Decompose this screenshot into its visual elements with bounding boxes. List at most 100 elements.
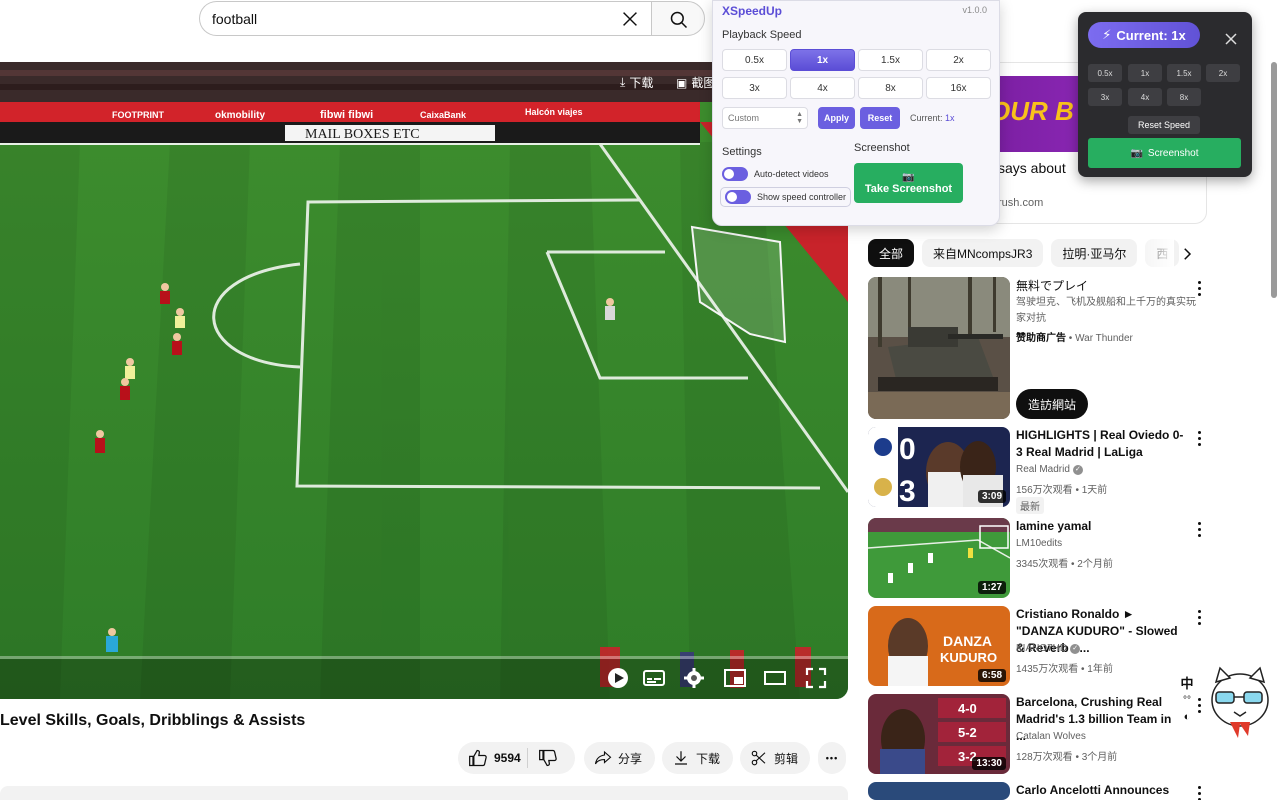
- video-title[interactable]: HIGHLIGHTS | Real Oviedo 0-3 Real Madrid…: [1016, 427, 1184, 461]
- channel-name[interactable]: LM10edits: [1016, 538, 1062, 549]
- video-duration: 6:58: [977, 669, 1006, 682]
- sponsored-thumbnail[interactable]: [868, 277, 1010, 419]
- ctrl-speed-3x[interactable]: 3x: [1088, 88, 1122, 106]
- speed-2x-button[interactable]: 2x: [926, 49, 991, 71]
- scissors-icon: [751, 750, 766, 766]
- speed-0.5x-button[interactable]: 0.5x: [722, 49, 787, 71]
- chip-from-channel[interactable]: 来自MNcompsJR3: [922, 239, 1044, 267]
- sponsored-title[interactable]: 無料でプレイ: [1016, 277, 1088, 294]
- search-box[interactable]: football: [199, 1, 651, 36]
- video-thumbnail[interactable]: DANZA KUDURO 6:58: [868, 606, 1010, 686]
- more-vert-icon[interactable]: [1198, 610, 1204, 628]
- current-speed-readout: Current: 1x: [910, 113, 955, 123]
- player-screenshot-button[interactable]: ▣ 截图: [676, 74, 715, 91]
- thumbs-up-icon[interactable]: [468, 748, 488, 768]
- ctrl-speed-1x[interactable]: 1x: [1128, 64, 1162, 82]
- channel-name[interactable]: Catalan Wolves: [1016, 731, 1086, 742]
- video-title[interactable]: Carlo Ancelotti Announces: [1016, 782, 1184, 799]
- search-button[interactable]: [651, 1, 705, 36]
- show-controller-toggle-row[interactable]: Show speed controller: [720, 187, 852, 207]
- clip-button[interactable]: 剪辑: [740, 742, 810, 774]
- more-vert-icon[interactable]: [1198, 281, 1204, 299]
- banner-halcon: Halcón viajes: [525, 107, 583, 117]
- ctrl-speed-8x[interactable]: 8x: [1167, 88, 1201, 106]
- speed-4x-button[interactable]: 4x: [790, 77, 855, 99]
- more-actions-button[interactable]: •••: [818, 742, 846, 774]
- download-button[interactable]: 下载: [662, 742, 733, 774]
- video-thumbnail[interactable]: 4-0 5-2 3-2 13:30: [868, 694, 1010, 774]
- list-item[interactable]: Carlo Ancelotti Announces: [868, 782, 1208, 800]
- sponsored-item[interactable]: 無料でプレイ 驾驶坦克、飞机及舰船和上千万的真实玩家对抗 赞助商广告 • War…: [868, 277, 1208, 422]
- list-item[interactable]: DANZA KUDURO 6:58 Cristiano Ronaldo ► "D…: [868, 606, 1208, 688]
- apply-button[interactable]: Apply: [818, 107, 855, 129]
- video-title: Level Skills, Goals, Dribblings & Assist…: [0, 712, 306, 729]
- ime-indicator[interactable]: 中 °° ◐: [1178, 675, 1196, 726]
- play-toggle-icon[interactable]: [606, 666, 630, 690]
- speed-3x-button[interactable]: 3x: [722, 77, 787, 99]
- settings-gear-icon[interactable]: [682, 666, 706, 690]
- speed-1x-button[interactable]: 1x: [790, 49, 855, 71]
- video-thumbnail[interactable]: 1:27: [868, 518, 1010, 598]
- miniplayer-icon[interactable]: [723, 666, 747, 690]
- channel-name[interactable]: Real Madrid ✓: [1016, 464, 1083, 475]
- more-vert-icon[interactable]: [1198, 786, 1204, 800]
- speed-16x-button[interactable]: 16x: [926, 77, 991, 99]
- more-vert-icon[interactable]: [1198, 522, 1204, 540]
- search-input[interactable]: football: [212, 11, 257, 27]
- chevron-right-icon[interactable]: [1178, 245, 1196, 263]
- fullscreen-icon[interactable]: [804, 666, 828, 690]
- like-count[interactable]: 9594: [494, 751, 521, 765]
- mascot-icon[interactable]: [1200, 660, 1280, 740]
- ad-headline: says about: [998, 160, 1066, 176]
- close-icon[interactable]: [1224, 32, 1238, 46]
- ctrl-speed-1.5x[interactable]: 1.5x: [1167, 64, 1201, 82]
- show-controller-toggle[interactable]: [725, 190, 751, 204]
- player-download-button[interactable]: ⤓ 下载: [620, 74, 653, 91]
- list-item[interactable]: 1:27 lamine yamal LM10edits 3345次观看 • 2个…: [868, 518, 1208, 600]
- custom-speed-input[interactable]: Custom ▲ ▼: [722, 107, 808, 129]
- more-vert-icon[interactable]: [1198, 431, 1204, 449]
- banner-okmobility: okmobility: [215, 110, 265, 121]
- chip-lamine-yamal[interactable]: 拉明·亚马尔: [1051, 239, 1138, 267]
- visit-site-button[interactable]: 造訪網站: [1016, 389, 1089, 419]
- video-meta: 128万次观看 • 3个月前: [1016, 752, 1118, 763]
- ctrl-speed-2x[interactable]: 2x: [1206, 64, 1240, 82]
- clear-icon[interactable]: [619, 8, 641, 30]
- take-screenshot-button[interactable]: 📷 Take Screenshot: [854, 163, 963, 203]
- video-meta: 1435万次观看 • 1年前: [1016, 664, 1113, 675]
- list-item[interactable]: 4-0 5-2 3-2 13:30 Barcelona, Crushing Re…: [868, 694, 1208, 776]
- current-speed-pill[interactable]: ⚡ Current: 1x: [1088, 22, 1200, 48]
- share-button[interactable]: 分享: [584, 742, 655, 774]
- screenshot-section-label: Screenshot: [854, 142, 910, 154]
- download-icon: [675, 751, 687, 765]
- video-title[interactable]: lamine yamal: [1016, 518, 1184, 535]
- subtitles-icon[interactable]: [642, 666, 666, 690]
- thumbs-down-icon[interactable]: [538, 748, 558, 768]
- video-thumbnail[interactable]: 0 3 3:09: [868, 427, 1010, 507]
- theater-mode-icon[interactable]: [763, 666, 787, 690]
- camera-icon: 📷: [902, 171, 915, 183]
- controller-screenshot-button[interactable]: 📷 Screenshot: [1088, 138, 1241, 168]
- banner-caixa: CaixaBank: [420, 110, 467, 120]
- description-box[interactable]: [0, 786, 848, 800]
- video-thumbnail[interactable]: [868, 782, 1010, 800]
- reset-button[interactable]: Reset: [860, 107, 900, 129]
- chip-all[interactable]: 全部: [868, 239, 915, 267]
- speed-1.5x-button[interactable]: 1.5x: [858, 49, 923, 71]
- reset-speed-button[interactable]: Reset Speed: [1128, 116, 1200, 134]
- page-scrollbar[interactable]: [1271, 62, 1277, 298]
- image-icon: ▣: [676, 75, 688, 90]
- channel-name[interactable]: KIANO7HD ✓: [1016, 643, 1081, 654]
- auto-detect-toggle[interactable]: [722, 167, 748, 181]
- camera-icon: 📷: [1130, 147, 1143, 159]
- speed-8x-button[interactable]: 8x: [858, 77, 923, 99]
- floating-speed-controller[interactable]: ⚡ Current: 1x 0.5x 1x 1.5x 2x 3x 4x 8x R…: [1078, 12, 1252, 177]
- ad-domain: rush.com: [998, 197, 1044, 209]
- ctrl-speed-0.5x[interactable]: 0.5x: [1088, 64, 1122, 82]
- lightning-icon: ⚡: [1102, 27, 1112, 42]
- list-item[interactable]: 0 3 3:09 HIGHLIGHTS | Real Oviedo 0-3 Re…: [868, 427, 1208, 514]
- ctrl-speed-4x[interactable]: 4x: [1128, 88, 1162, 106]
- auto-detect-toggle-row[interactable]: Auto-detect videos: [722, 167, 829, 181]
- stepper-icon[interactable]: ▲ ▼: [796, 111, 803, 125]
- download-icon: ⤓: [620, 75, 626, 89]
